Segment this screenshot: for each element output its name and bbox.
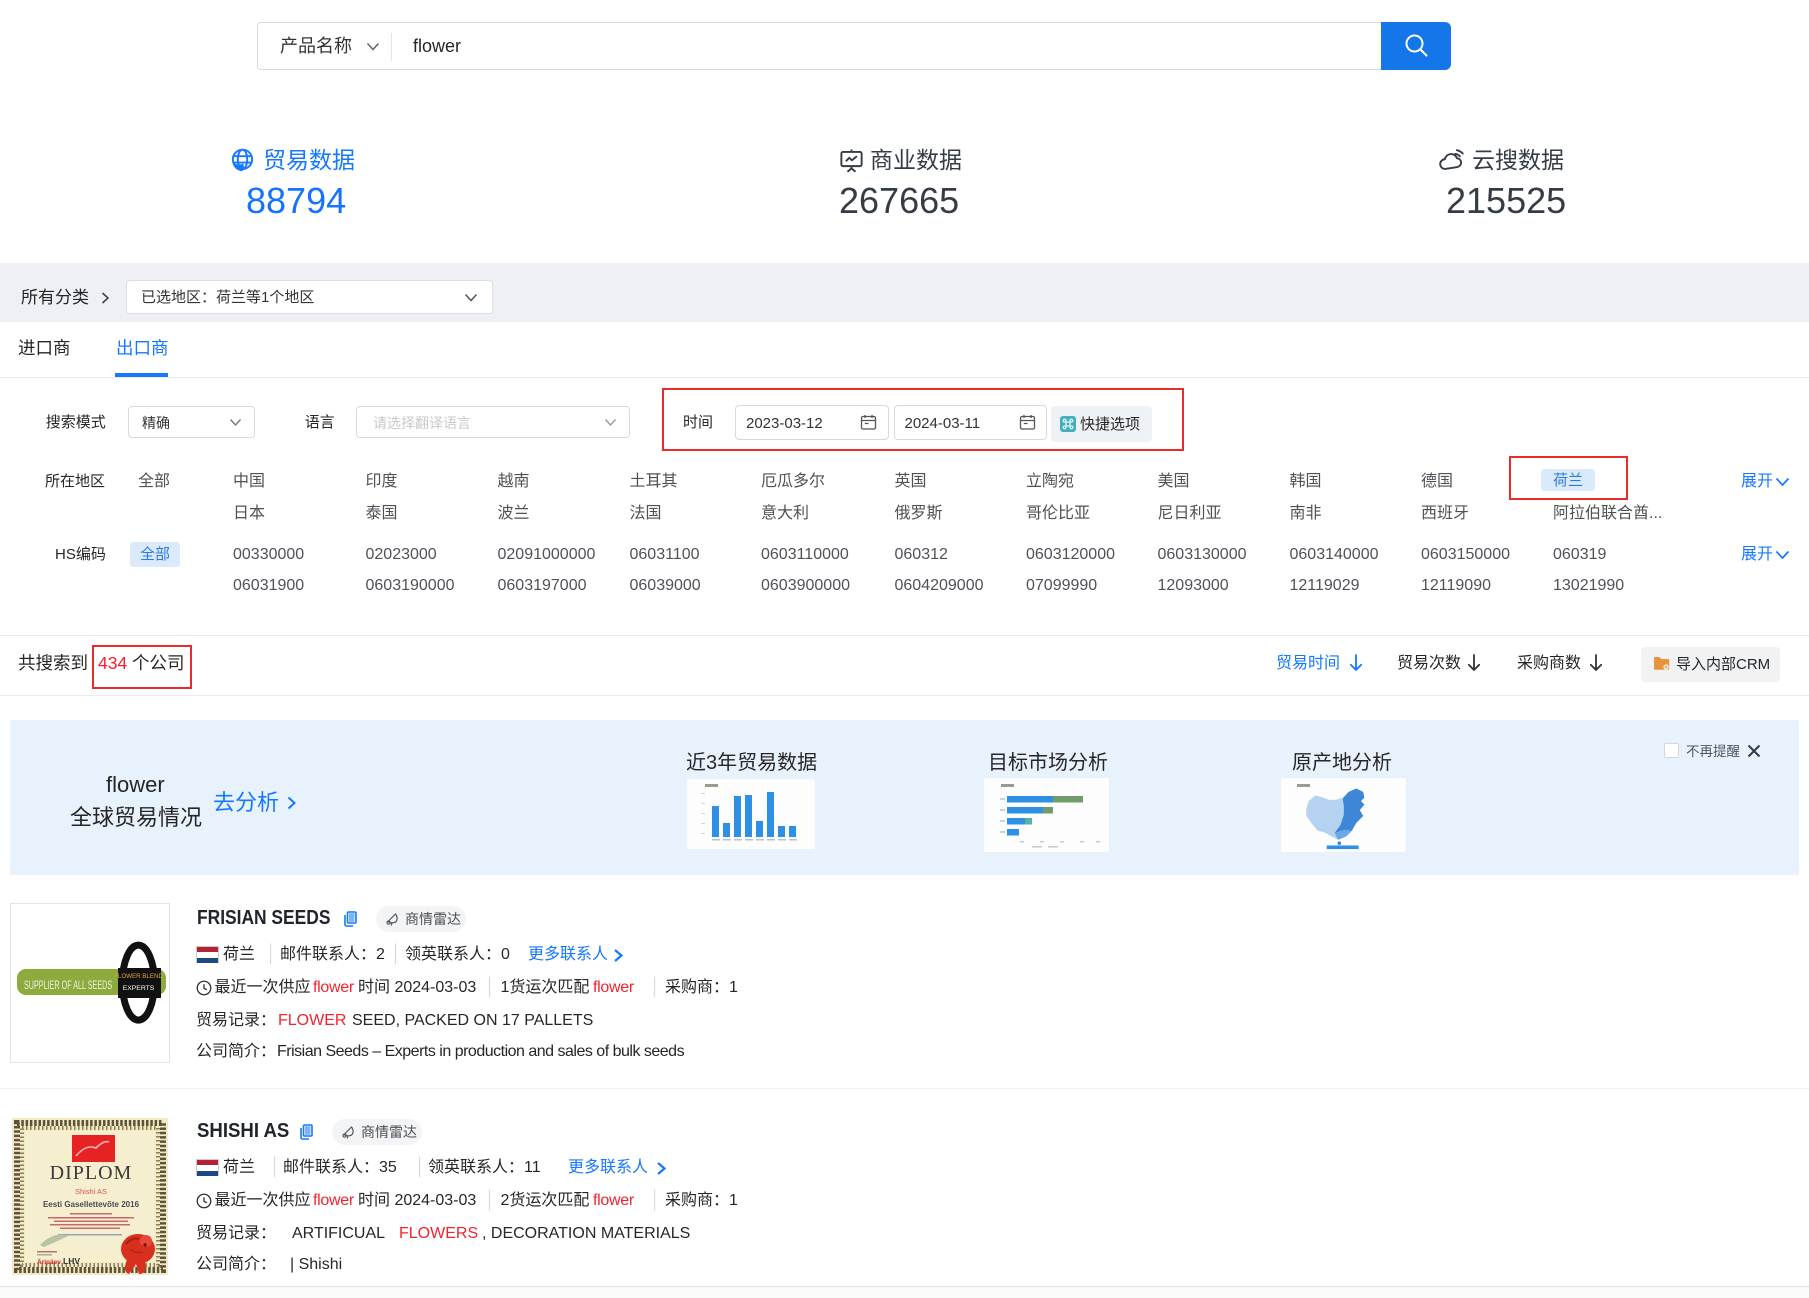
svg-text:EXPERTS: EXPERTS [123,985,155,992]
svg-text:Äripäev: Äripäev [37,1258,61,1266]
svg-text:FLOWER BLEND: FLOWER BLEND [115,973,163,980]
svg-text:Eesti Gasellettevõte 2016: Eesti Gasellettevõte 2016 [43,1200,140,1209]
svg-text:DIPLOM: DIPLOM [50,1162,133,1184]
svg-text:LHV: LHV [63,1256,80,1266]
svg-text:Shishi AS: Shishi AS [75,1187,107,1196]
